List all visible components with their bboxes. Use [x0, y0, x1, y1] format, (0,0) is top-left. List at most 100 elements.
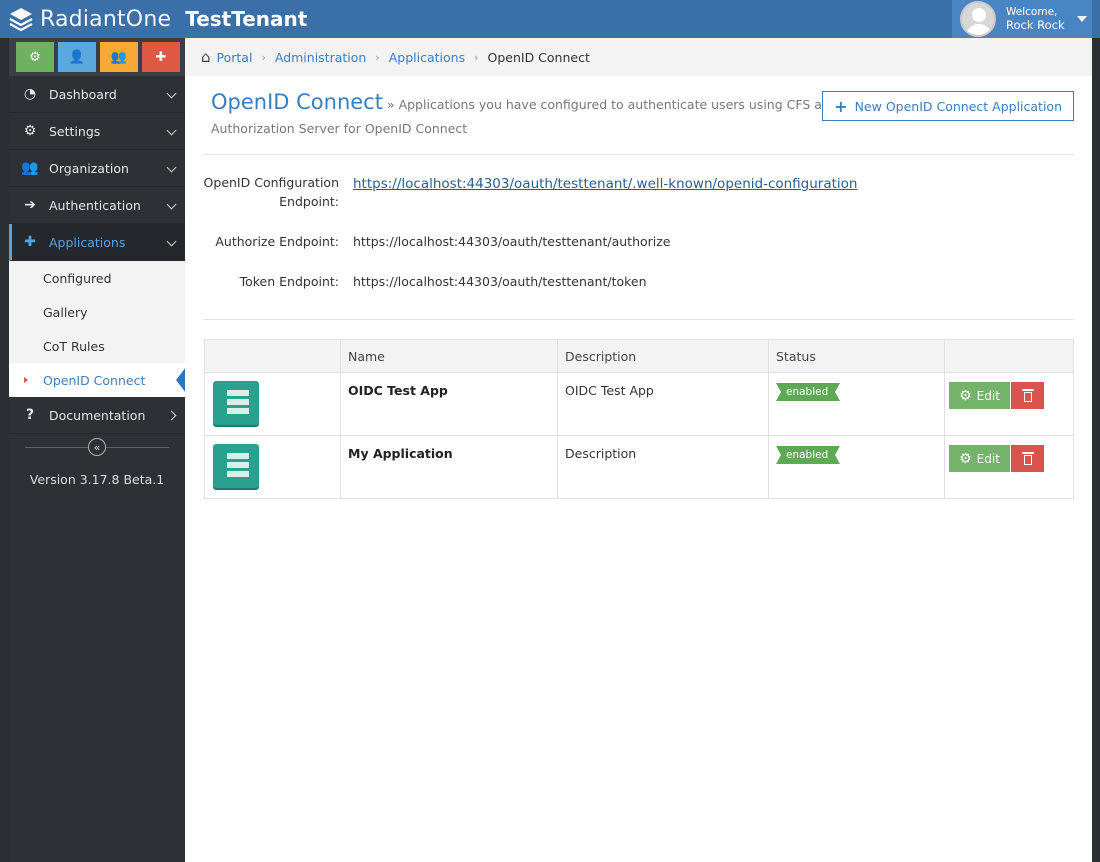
welcome-text: Welcome, Rock Rock — [1006, 6, 1065, 32]
organization-icon: 👥 — [21, 160, 39, 176]
token-endpoint-value: https://localhost:44303/oauth/testtenant… — [353, 274, 647, 289]
quick-apps-button[interactable]: ✚ — [142, 42, 180, 72]
page-heading: OpenID Connect » Applications you have c… — [211, 90, 851, 141]
subnav-openid-connect[interactable]: OpenID Connect — [9, 363, 186, 397]
authorize-endpoint-value: https://localhost:44303/oauth/testtenant… — [353, 234, 671, 249]
home-icon[interactable]: ⌂ — [201, 48, 211, 66]
breadcrumb-applications[interactable]: Applications — [389, 50, 465, 65]
sidebar-item-organization[interactable]: 👥 Organization — [9, 150, 185, 187]
version-text: Version 3.17.8 Beta.1 — [29, 471, 165, 487]
gears-icon: ⚙ — [29, 49, 41, 65]
row-actions: ⚙ Edit — [949, 445, 1066, 472]
config-endpoint-label: OpenID Configuration Endpoint: — [203, 175, 339, 209]
edit-button[interactable]: ⚙ Edit — [949, 382, 1010, 409]
chevron-down-icon — [166, 162, 177, 173]
edit-label: Edit — [976, 388, 1000, 403]
sidebar-item-applications[interactable]: ✚ Applications — [9, 224, 185, 261]
right-edge — [1092, 38, 1100, 862]
sidebar-item-dashboard[interactable]: ◔ Dashboard — [9, 76, 185, 113]
sidebar-item-label: Dashboard — [49, 86, 117, 102]
gear-icon: ⚙ — [959, 387, 972, 404]
chevron-down-icon — [166, 199, 177, 210]
quick-user-button[interactable]: 👤 — [58, 42, 96, 72]
app-name-cell: OIDC Test App — [340, 372, 558, 436]
sidebar: ⚙ 👤 👥 ✚ ◔ Dashboard ⚙ Settings 👥 Organiz… — [9, 38, 186, 862]
config-endpoint-link[interactable]: https://localhost:44303/oauth/testtenant… — [353, 175, 858, 194]
edit-button[interactable]: ⚙ Edit — [949, 445, 1010, 472]
delete-button[interactable] — [1011, 382, 1044, 409]
app-icon-cell — [204, 435, 341, 499]
username: Rock Rock — [1006, 18, 1065, 32]
caret-down-icon[interactable] — [1076, 16, 1087, 22]
top-header: RadiantOne TestTenant Welcome, Rock Rock — [0, 0, 1100, 38]
sign-in-icon: ➔ — [24, 197, 36, 213]
breadcrumb-portal[interactable]: Portal — [217, 50, 253, 65]
col-icon-header — [204, 339, 341, 373]
col-name-header: Name — [340, 339, 558, 373]
plus-icon: + — [834, 96, 848, 116]
table-row: OIDC Test App OIDC Test App enabled ⚙ Ed… — [204, 372, 1074, 436]
settings-icon: ⚙ — [23, 123, 37, 139]
puzzle-icon: ✚ — [24, 234, 36, 250]
chevron-right-icon — [166, 410, 177, 421]
user-icon: 👤 — [68, 49, 86, 65]
subnav-gallery[interactable]: Gallery — [9, 295, 185, 329]
row-actions: ⚙ Edit — [949, 382, 1066, 409]
question-icon: ? — [25, 407, 35, 423]
col-actions-header — [944, 339, 1074, 373]
subnav-configured[interactable]: Configured — [9, 261, 185, 295]
app-name: My Application — [348, 446, 453, 461]
application-list-icon — [213, 381, 259, 425]
sidebar-item-authentication[interactable]: ➔ Authentication — [9, 187, 185, 224]
app-status-cell: enabled — [768, 372, 945, 436]
sidebar-item-settings[interactable]: ⚙ Settings — [9, 113, 185, 150]
collapse-sidebar-button[interactable]: « — [88, 438, 106, 456]
users-icon: 👥 — [110, 49, 128, 65]
quick-settings-button[interactable]: ⚙ — [16, 42, 54, 72]
sidebar-item-label: Organization — [49, 160, 129, 176]
new-openid-connect-application-button[interactable]: + New OpenID Connect Application — [822, 91, 1074, 121]
app-actions-cell: ⚙ Edit — [944, 372, 1074, 436]
config-endpoint-row: OpenID Configuration Endpoint: https://l… — [203, 173, 1074, 211]
trash-icon — [1021, 389, 1034, 402]
sidebar-item-label: Applications — [49, 234, 126, 250]
sidebar-item-documentation[interactable]: ? Documentation — [9, 397, 185, 434]
chevron-down-icon — [166, 236, 177, 247]
authorize-endpoint-label: Authorize Endpoint: — [215, 234, 339, 249]
tenant-name: TestTenant — [185, 7, 308, 31]
sidebar-item-label: Documentation — [49, 407, 146, 423]
app-name: OIDC Test App — [348, 383, 448, 398]
page-header: OpenID Connect » Applications you have c… — [185, 76, 1092, 154]
dashboard-icon: ◔ — [23, 86, 37, 102]
quick-users-button[interactable]: 👥 — [100, 42, 138, 72]
user-menu[interactable]: Welcome, Rock Rock — [952, 0, 1092, 38]
sidebar-item-label: Authentication — [49, 197, 141, 213]
breadcrumb-separator: › — [261, 50, 266, 64]
app-description: Description — [565, 446, 637, 461]
puzzle-icon: ✚ — [155, 49, 167, 65]
token-endpoint-row: Token Endpoint: https://localhost:44303/… — [203, 272, 1074, 291]
edit-label: Edit — [976, 451, 1000, 466]
endpoints-section: OpenID Configuration Endpoint: https://l… — [185, 155, 1092, 326]
applications-table: Name Description Status OIDC Test App OI… — [204, 339, 1074, 499]
table-row: My Application Description enabled ⚙ Edi… — [204, 435, 1074, 499]
sidebar-collapse: « — [9, 434, 185, 460]
main-content: ⌂ Portal › Administration › Applications… — [185, 38, 1092, 862]
subnav-cot-rules[interactable]: CoT Rules — [9, 329, 185, 363]
logo[interactable]: RadiantOne TestTenant — [8, 5, 307, 33]
token-endpoint-label: Token Endpoint: — [239, 274, 339, 289]
status-badge: enabled — [776, 446, 841, 464]
page-title: OpenID Connect — [211, 90, 383, 114]
new-button-label: New OpenID Connect Application — [854, 98, 1062, 114]
quick-action-bar: ⚙ 👤 👥 ✚ — [9, 38, 185, 76]
app-icon-cell — [204, 372, 341, 436]
delete-button[interactable] — [1011, 445, 1044, 472]
brand-name: RadiantOne — [40, 6, 172, 32]
breadcrumb-administration[interactable]: Administration — [275, 50, 366, 65]
chevron-down-icon — [166, 88, 177, 99]
chevron-down-icon — [166, 125, 177, 136]
breadcrumb-separator: › — [474, 50, 479, 64]
avatar — [960, 1, 996, 37]
status-badge: enabled — [776, 383, 841, 401]
breadcrumb-separator: › — [375, 50, 380, 64]
